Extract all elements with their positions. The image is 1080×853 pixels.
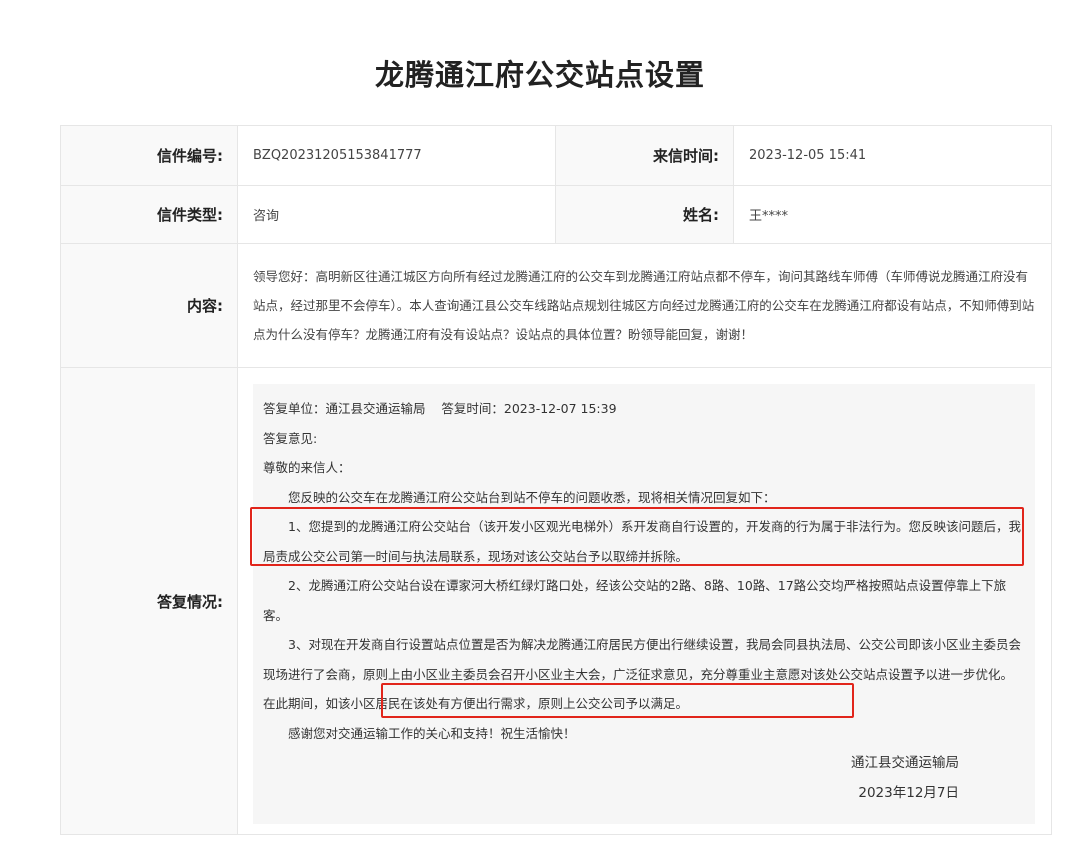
letter-number-label: 信件编号: <box>60 125 238 186</box>
reply-thanks: 感谢您对交通运输工作的关心和支持！祝生活愉快！ <box>288 725 576 741</box>
reply-label: 答复情况: <box>60 367 238 835</box>
letter-time-label: 来信时间: <box>555 125 734 186</box>
content-label: 内容: <box>60 243 238 368</box>
reply-sign-date: 2023年12月7日 <box>858 785 959 801</box>
reply-intro: 您反映的公交车在龙腾通江府公交站台到站不停车的问题收悉，现将相关情况回复如下： <box>288 489 776 505</box>
reply-item-1: 1、您提到的龙腾通江府公交站台（该开发小区观光电梯外）系开发商自行设置的，开发商… <box>263 519 1021 564</box>
reply-greeting: 尊敬的来信人： <box>263 460 351 475</box>
letter-detail-table: 信件编号: BZQ20231205153841777 来信时间: 2023-12… <box>60 125 1052 835</box>
sender-name-value: 王**** <box>733 185 1052 244</box>
reply-item-2: 2、龙腾通江府公交站台设在谭家河大桥红绿灯路口处，经该公交站的2路、8路、10路… <box>263 578 1007 623</box>
letter-type-value: 咨询 <box>237 185 556 244</box>
reply-cell: 答复单位：通江县交通运输局 答复时间：2023-12-07 15:39 答复意见… <box>237 367 1052 835</box>
table-row: 答复情况: 答复单位：通江县交通运输局 答复时间：2023-12-07 15:3… <box>60 367 1052 835</box>
reply-opinion-label: 答复意见: <box>263 430 318 446</box>
letter-type-label: 信件类型: <box>60 185 238 244</box>
table-row: 信件编号: BZQ20231205153841777 来信时间: 2023-12… <box>60 125 1052 186</box>
reply-box: 答复单位：通江县交通运输局 答复时间：2023-12-07 15:39 答复意见… <box>253 384 1035 824</box>
letter-time-value: 2023-12-05 15:41 <box>733 125 1052 186</box>
sender-name-label: 姓名: <box>555 185 734 244</box>
reply-item-3: 3、对现在开发商自行设置站点位置是否为解决龙腾通江府居民方便出行继续设置，我局会… <box>263 637 1021 711</box>
page-title: 龙腾通江府公交站点设置 <box>374 58 705 92</box>
letter-number-value: BZQ20231205153841777 <box>237 125 556 186</box>
reply-header: 答复单位：通江县交通运输局 答复时间：2023-12-07 15:39 <box>263 401 617 416</box>
table-row: 信件类型: 咨询 姓名: 王**** <box>60 185 1052 244</box>
table-row: 内容: 领导您好：高明新区往通江城区方向所有经过龙腾通江府的公交车到龙腾通江府站… <box>60 243 1052 368</box>
letter-content: 领导您好：高明新区往通江城区方向所有经过龙腾通江府的公交车到龙腾通江府站点都不停… <box>237 243 1052 368</box>
reply-sign-unit: 通江县交通运输局 <box>851 755 959 771</box>
